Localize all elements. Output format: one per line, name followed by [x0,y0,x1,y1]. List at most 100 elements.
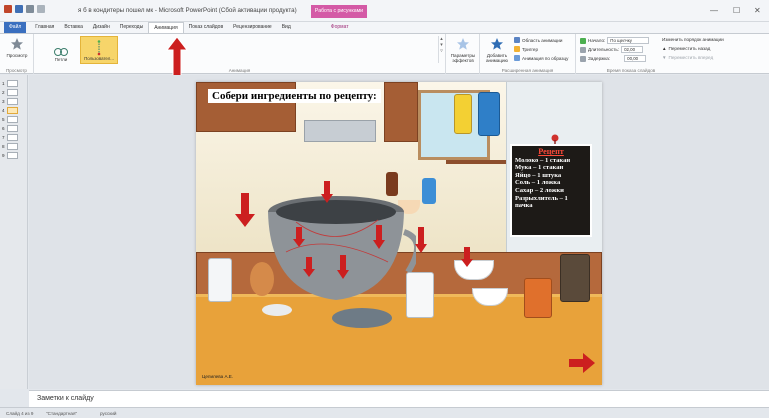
slide-canvas[interactable]: Собери ингредиенты по рецепту: Рецепт Мо… [196,82,602,385]
trigger-label: Триггер [522,46,539,52]
tab-view[interactable]: Вид [277,22,296,33]
language-indicator[interactable]: русский [100,411,116,416]
undo-icon[interactable] [26,5,34,13]
slide-thumbnails-panel: 1 2 3 4 5 6 7 8 9 [0,75,28,389]
recipe-card[interactable]: Рецепт Молоко – 1 стакан Мука – 1 стакан… [510,144,592,237]
clock-icon [580,46,586,53]
thumbnail-1[interactable]: 1 [2,79,24,88]
next-slide-arrow-icon[interactable] [568,352,596,374]
pane-icon [514,37,520,43]
add-animation-button[interactable]: Добавить анимацию [482,37,512,63]
move-forward-label: Переместить вперед [668,55,714,60]
status-bar: Слайд 4 из 9 "Стандартная" русский [0,407,769,418]
animation-pane-button[interactable]: Область анимации [514,37,562,43]
recipe-heading: Рецепт [538,147,564,156]
play-icon [580,37,586,44]
spoon-salt [262,304,292,316]
star-icon [11,38,23,50]
tab-transitions[interactable]: Переходы [115,22,148,33]
thumbnail-4[interactable]: 4 [2,106,24,115]
tab-design[interactable]: Дизайн [88,22,115,33]
animation-gallery: Петли Пользовател... [38,35,440,65]
tab-file[interactable]: Файл [4,22,27,33]
thumbnail-9[interactable]: 9 [2,151,24,160]
move-back-label: Переместить назад [668,46,711,51]
thumbnail-8[interactable]: 8 [2,142,24,151]
theme-name: "Стандартная" [46,411,78,416]
animation-custom-path[interactable]: Пользовател... [80,36,118,64]
tab-insert[interactable]: Вставка [59,22,88,33]
minimize-button[interactable]: — [710,6,718,15]
animation-loops[interactable]: Петли [42,36,80,64]
brush-icon [514,55,520,61]
recipe-line: Сахар – 2 ложки [515,186,564,194]
animation-painter-label: Анимация по образцу [522,55,569,61]
animation-painter-button[interactable]: Анимация по образцу [514,55,568,61]
egg [250,262,274,296]
recipe-line: Мука – 1 стакан [515,164,564,172]
start-label: Начало: [588,38,606,43]
down-arrow-1 [235,193,255,227]
slide-counter: Слайд 4 из 9 [6,411,34,416]
up-arrow-icon: ▲ [662,46,667,51]
fish [332,308,392,328]
save-icon[interactable] [15,5,23,13]
group-advanced-label: Расширенная анимация [501,68,554,73]
start-row: Начало: По щелчку [580,37,650,44]
down-arrow-6 [337,255,349,279]
down-arrow-5 [303,257,315,277]
move-forward-button[interactable]: ▼ Переместить вперед [662,55,713,60]
maximize-button[interactable]: ☐ [733,6,740,15]
recipe-line: Разрыхлитель – 1 пачка [515,194,568,210]
move-back-button[interactable]: ▲ Переместить назад [662,46,710,51]
group-preview-label: Просмотр [6,68,27,73]
gallery-scroll[interactable]: ▴ ▾ ▿ [438,36,444,63]
close-button[interactable]: ✕ [754,6,761,15]
duration-input[interactable]: 02,00 [621,46,644,53]
group-animation-label: Анимация [228,68,251,73]
delay-label: Задержка: [588,56,611,61]
trigger-button[interactable]: Триггер [514,46,538,52]
duration-row: Длительность: 02,00 [580,46,644,53]
tab-slideshow[interactable]: Показ слайдов [184,22,228,33]
redo-icon[interactable] [37,5,45,13]
recipe-line: Соль – 1 ложка [515,179,561,187]
animation-pane-label: Область анимации [522,37,563,43]
author-credit: Цепилева А.Е. [202,374,234,379]
add-animation-icon [491,38,503,50]
thumbnail-2[interactable]: 2 [2,88,24,97]
tab-format[interactable]: Формат [326,22,354,33]
delay-row: Задержка: 00,00 [580,55,647,62]
custom-path-label: Пользовател... [84,56,114,61]
thumbnail-6[interactable]: 6 [2,124,24,133]
recipe-line: Молоко – 1 стакан [515,156,571,164]
slide-title[interactable]: Собери ингредиенты по рецепту: [208,89,381,103]
thumbnail-7[interactable]: 7 [2,133,24,142]
down-arrow-7 [415,227,427,253]
thumbnail-5[interactable]: 5 [2,115,24,124]
effect-params-button[interactable]: Параметры эффектов [448,37,478,63]
effect-star-icon [457,38,469,50]
tab-animation[interactable]: Анимация [148,22,184,33]
loops-icon [54,48,68,56]
thumbnail-3[interactable]: 3 [2,97,24,106]
start-select[interactable]: По щелчку [607,37,650,44]
notes-pane[interactable]: Заметки к слайду [29,390,769,407]
recipe-line: Яйцо – 1 штука [515,171,562,179]
tab-review[interactable]: Рецензирование [228,22,277,33]
milk-glass-left [208,258,232,302]
down-arrow-8 [461,247,473,267]
lightning-icon [514,46,520,52]
preview-button[interactable]: Просмотр [4,37,30,58]
tab-home[interactable]: Главная [30,22,59,33]
down-arrow-4 [373,225,385,249]
ribbon-tabs: Файл Главная Вставка Дизайн Переходы Ани… [0,22,769,34]
delay-input[interactable]: 00,00 [624,55,647,62]
ribbon: Просмотр Просмотр Петли Пользовател... ▴… [0,34,769,74]
down-arrow-3 [293,227,305,247]
milk-pack [478,92,500,136]
add-animation-label: Добавить анимацию [485,53,508,63]
preview-label: Просмотр [6,53,28,58]
window-title: я б в кондитеры пошел мк - Microsoft Pow… [78,7,297,14]
title-bar: я б в кондитеры пошел мк - Microsoft Pow… [0,0,769,22]
